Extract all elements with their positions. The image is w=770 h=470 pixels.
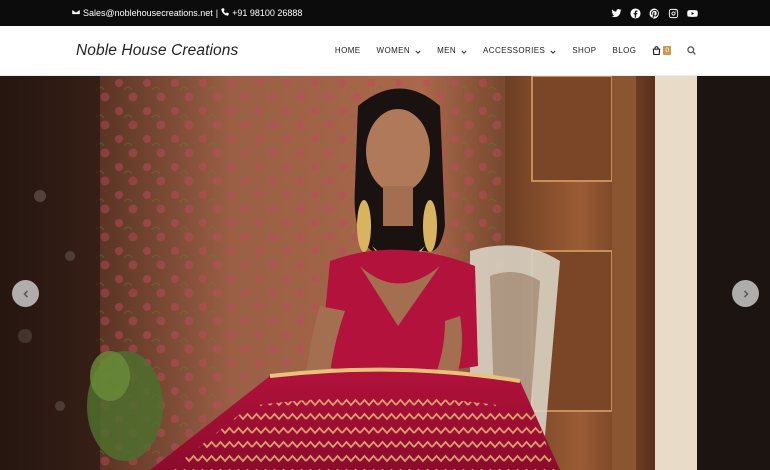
nav-shop-label: SHOP <box>572 46 597 55</box>
phone-link[interactable]: +91 98100 26888 <box>232 8 302 18</box>
site-header: Noble House Creations HOME WOMEN MEN ACC… <box>0 26 770 76</box>
social-links <box>611 7 698 19</box>
search-icon <box>687 42 696 60</box>
chevron-down-icon <box>415 48 421 54</box>
chevron-right-icon <box>742 285 750 303</box>
envelope-icon <box>71 8 81 18</box>
nav-home-label: HOME <box>334 46 361 55</box>
main-nav: HOME WOMEN MEN ACCESSORIES SHOP BLOG 0 <box>327 26 700 76</box>
slider-prev-button[interactable] <box>12 280 39 307</box>
nav-blog-label: BLOG <box>612 46 637 55</box>
nav-women[interactable]: WOMEN <box>369 26 430 76</box>
pinterest-icon[interactable] <box>649 7 660 19</box>
nav-men[interactable]: MEN <box>429 26 475 76</box>
chevron-left-icon <box>22 285 30 303</box>
cart-count-badge: 0 <box>663 46 671 55</box>
nav-men-label: MEN <box>437 46 457 55</box>
slider-next-button[interactable] <box>732 280 759 307</box>
nav-women-label: WOMEN <box>376 46 411 55</box>
youtube-icon[interactable] <box>687 8 698 19</box>
nav-blog[interactable]: BLOG <box>605 26 645 76</box>
hero-slider <box>0 76 770 470</box>
instagram-icon[interactable] <box>668 8 679 19</box>
chevron-down-icon <box>550 48 556 54</box>
search-button[interactable] <box>679 26 700 76</box>
email-link[interactable]: Sales@noblehousecreations.net <box>83 8 213 18</box>
site-logo[interactable]: Noble House Creations <box>76 42 238 60</box>
shopping-bag-icon <box>652 42 661 60</box>
twitter-icon[interactable] <box>611 8 622 19</box>
facebook-icon[interactable] <box>630 7 641 19</box>
cart-button[interactable]: 0 <box>644 26 679 76</box>
contact-info: Sales@noblehousecreations.net | +91 9810… <box>71 8 302 18</box>
top-bar: Sales@noblehousecreations.net | +91 9810… <box>0 0 770 26</box>
nav-shop[interactable]: SHOP <box>564 26 604 76</box>
nav-accessories-label: ACCESSORIES <box>483 46 546 55</box>
nav-home[interactable]: HOME <box>327 26 369 76</box>
contact-separator: | <box>215 8 219 18</box>
phone-icon <box>221 8 229 18</box>
chevron-down-icon <box>461 48 467 54</box>
hero-image <box>0 76 770 470</box>
nav-accessories[interactable]: ACCESSORIES <box>475 26 564 76</box>
